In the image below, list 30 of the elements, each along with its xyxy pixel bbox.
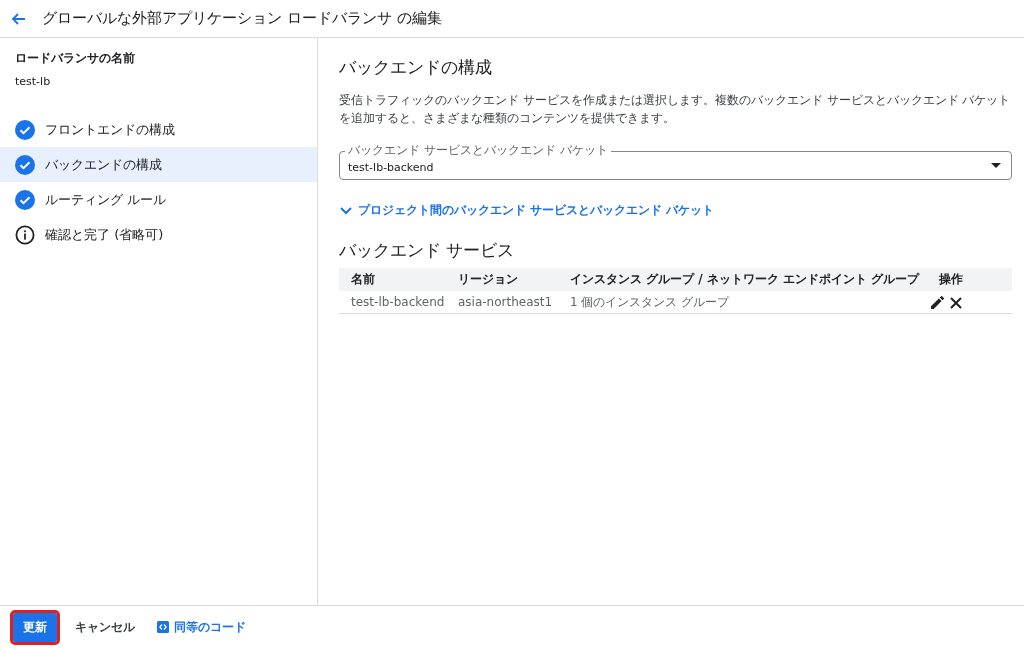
step-item[interactable]: 確認と完了 (省略可) (0, 217, 317, 252)
field-value: test-lb (14, 74, 52, 88)
dropdown-caret-icon[interactable] (991, 163, 1001, 168)
column-header: インスタンス グループ / ネットワーク エンドポイント グループ (558, 268, 920, 291)
info-icon (15, 224, 35, 245)
update-button[interactable]: 更新 (13, 612, 57, 642)
step-item[interactable]: ルーティング ルール (0, 182, 317, 217)
cancel-button[interactable]: キャンセル (71, 612, 139, 642)
table-cell: 1 個のインスタンス グループ (558, 291, 920, 314)
code-link[interactable]: 同等のコード (153, 612, 250, 642)
table-cell: asia-northeast1 (446, 291, 558, 314)
step-item[interactable]: バックエンドの構成 (0, 147, 317, 182)
check-circle-icon (15, 119, 35, 140)
page-title: グローバルな外部アプリケーション ロードバランサ の編集 (42, 9, 442, 28)
description-text: 受信トラフィックのバックエンド サービスを作成または選択します。複数のバックエンド サービスとバックエンド バケットを追加すると、さまざまな種類のコンテンツを提供できます。 (339, 92, 1012, 127)
expander-link[interactable]: プロジェクト間のバックエンド サービスとバックエンド バケット (339, 202, 715, 219)
table-cell: test-lb-backend (339, 291, 446, 314)
close-icon[interactable] (950, 296, 963, 309)
back-arrow-icon[interactable] (10, 10, 26, 27)
check-circle-icon (15, 189, 35, 210)
field-label: ロードバランサの名前 (14, 50, 136, 67)
step-item[interactable]: フロントエンドの構成 (0, 112, 317, 147)
check-circle-icon (15, 154, 35, 175)
edit-pencil-icon[interactable] (931, 296, 945, 309)
section-heading: バックエンド サービス (339, 239, 516, 262)
column-header: 操作 (919, 268, 1012, 291)
code-icon (157, 621, 169, 633)
column-header: 名前 (339, 268, 446, 291)
column-header: リージョン (446, 268, 558, 291)
section-heading: バックエンドの構成 (339, 56, 493, 79)
